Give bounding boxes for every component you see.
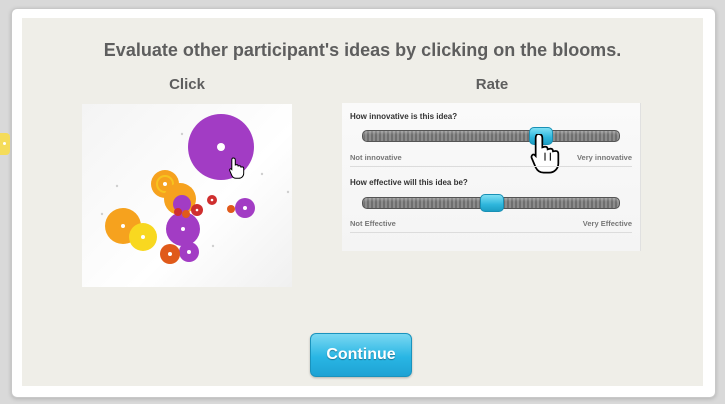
bloom-red [182, 210, 190, 218]
rating-divider [350, 232, 632, 233]
click-column-title: Click [169, 76, 205, 93]
page-heading: Evaluate other participant's ideas by cl… [103, 40, 622, 60]
hand-pointer-icon [530, 134, 560, 174]
rating-panel: How innovative is this idea? Not innovat… [342, 103, 641, 251]
effective-slider-thumb[interactable] [480, 194, 504, 212]
bloom-red [227, 205, 235, 213]
bloom-red [174, 208, 182, 216]
effective-slider[interactable] [362, 194, 620, 212]
continue-button[interactable]: Continue [310, 333, 412, 377]
innovative-max-label: Very innovative [576, 153, 632, 162]
bloom-graphic[interactable] [82, 104, 292, 287]
rate-column-title: Rate [475, 76, 509, 93]
rating-divider [350, 166, 632, 167]
effective-min-label: Not Effective [350, 219, 396, 228]
bloom-field[interactable] [82, 104, 292, 287]
innovative-min-label: Not innovative [350, 153, 402, 162]
question-effective-label: How effective will this idea be? [350, 178, 468, 187]
innovative-slider[interactable] [362, 127, 620, 145]
side-tab-handle[interactable] [0, 133, 10, 155]
effective-max-label: Very Effective [582, 219, 632, 228]
question-innovative-label: How innovative is this idea? [350, 112, 458, 121]
